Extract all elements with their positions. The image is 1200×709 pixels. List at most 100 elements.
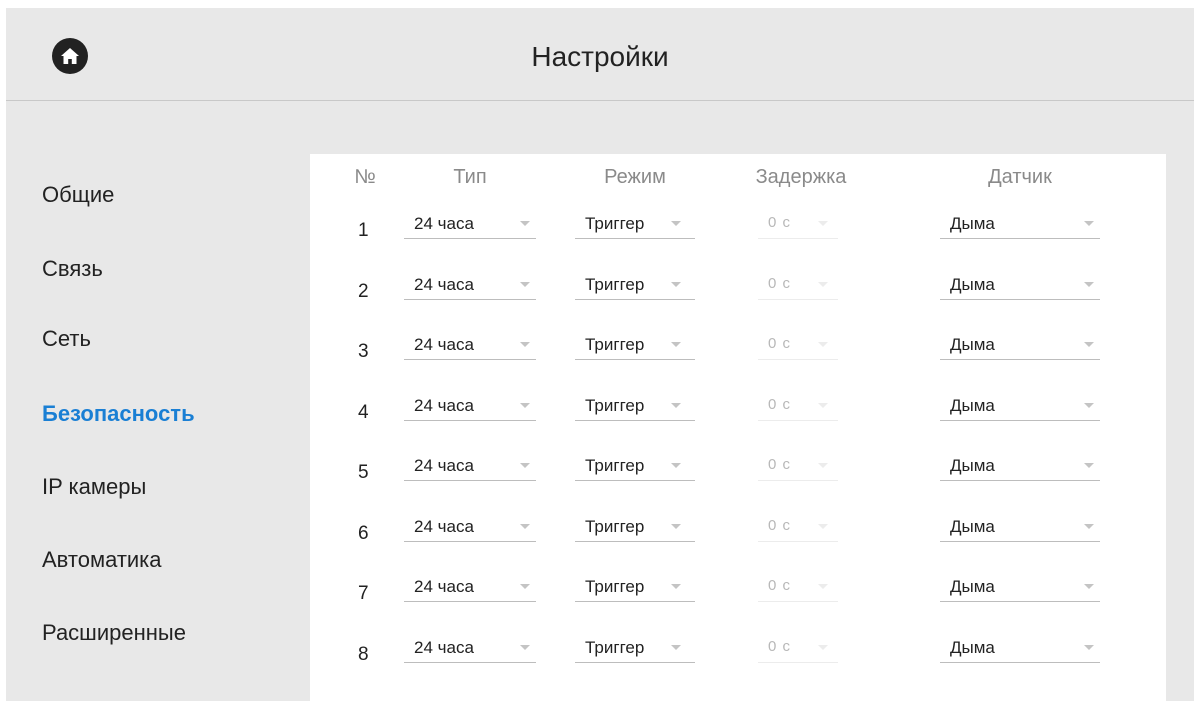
zone-number: 6 [358, 523, 369, 544]
header-type: Тип [453, 166, 487, 188]
dropdown-arrow-icon [1084, 282, 1094, 287]
mode-value: Триггер [585, 456, 645, 475]
dropdown-arrow-icon [671, 221, 681, 226]
table-row: 6 24 часа Триггер 0 с Дыма [310, 511, 1166, 551]
mode-dropdown[interactable]: Триггер [575, 571, 695, 602]
type-dropdown[interactable]: 24 часа [404, 450, 536, 481]
delay-dropdown: 0 с [758, 450, 838, 481]
zone-number: 3 [358, 341, 369, 362]
type-dropdown[interactable]: 24 часа [404, 329, 536, 360]
header-mode: Режим [604, 166, 666, 188]
dropdown-arrow-icon [671, 403, 681, 408]
mode-dropdown[interactable]: Триггер [575, 632, 695, 663]
dropdown-arrow-icon [1084, 463, 1094, 468]
zone-number: 7 [358, 583, 369, 604]
table-row: 4 24 часа Триггер 0 с Дыма [310, 390, 1166, 430]
table-row: 5 24 часа Триггер 0 с Дыма [310, 450, 1166, 490]
sidebar-item-ip-cameras[interactable]: IP камеры [42, 474, 146, 500]
sensor-value: Дыма [950, 275, 995, 294]
sensor-dropdown[interactable]: Дыма [940, 390, 1100, 421]
type-dropdown[interactable]: 24 часа [404, 390, 536, 421]
mode-dropdown[interactable]: Триггер [575, 450, 695, 481]
mode-dropdown[interactable]: Триггер [575, 511, 695, 542]
header-bar: Настройки [6, 8, 1194, 101]
dropdown-arrow-icon [818, 221, 828, 226]
sensor-value: Дыма [950, 638, 995, 657]
sensor-dropdown[interactable]: Дыма [940, 632, 1100, 663]
sensor-dropdown[interactable]: Дыма [940, 450, 1100, 481]
type-value: 24 часа [414, 577, 474, 596]
sensor-value: Дыма [950, 456, 995, 475]
delay-dropdown: 0 с [758, 390, 838, 421]
sidebar-item-advanced[interactable]: Расширенные [42, 620, 186, 646]
type-value: 24 часа [414, 396, 474, 415]
dropdown-arrow-icon [671, 524, 681, 529]
dropdown-arrow-icon [1084, 342, 1094, 347]
mode-value: Триггер [585, 335, 645, 354]
dropdown-arrow-icon [520, 645, 530, 650]
delay-value: 0 с [768, 577, 792, 594]
mode-dropdown[interactable]: Триггер [575, 208, 695, 239]
mode-value: Триггер [585, 275, 645, 294]
delay-value: 0 с [768, 638, 792, 655]
dropdown-arrow-icon [520, 282, 530, 287]
sidebar-item-communication[interactable]: Связь [42, 256, 103, 282]
zone-number: 4 [358, 402, 369, 423]
mode-value: Триггер [585, 214, 645, 233]
sensor-value: Дыма [950, 396, 995, 415]
dropdown-arrow-icon [520, 342, 530, 347]
type-dropdown[interactable]: 24 часа [404, 269, 536, 300]
dropdown-arrow-icon [520, 524, 530, 529]
settings-screen: Настройки Общие Связь Сеть Безопасность … [6, 8, 1194, 701]
type-dropdown[interactable]: 24 часа [404, 632, 536, 663]
sidebar-item-network[interactable]: Сеть [42, 326, 91, 352]
mode-value: Триггер [585, 517, 645, 536]
delay-dropdown: 0 с [758, 208, 838, 239]
sensor-dropdown[interactable]: Дыма [940, 269, 1100, 300]
delay-value: 0 с [768, 214, 792, 231]
sidebar-item-general[interactable]: Общие [42, 182, 114, 208]
header-sensor: Датчик [988, 166, 1052, 188]
type-dropdown[interactable]: 24 часа [404, 571, 536, 602]
sensor-dropdown[interactable]: Дыма [940, 571, 1100, 602]
dropdown-arrow-icon [1084, 584, 1094, 589]
delay-dropdown: 0 с [758, 329, 838, 360]
type-value: 24 часа [414, 456, 474, 475]
sensor-value: Дыма [950, 517, 995, 536]
dropdown-arrow-icon [818, 524, 828, 529]
delay-value: 0 с [768, 335, 792, 352]
dropdown-arrow-icon [671, 282, 681, 287]
mode-value: Триггер [585, 638, 645, 657]
delay-dropdown: 0 с [758, 269, 838, 300]
dropdown-arrow-icon [520, 221, 530, 226]
delay-dropdown: 0 с [758, 632, 838, 663]
sidebar-item-automation[interactable]: Автоматика [42, 547, 162, 573]
sidebar-item-security[interactable]: Безопасность [42, 401, 195, 427]
dropdown-arrow-icon [818, 403, 828, 408]
sensor-dropdown[interactable]: Дыма [940, 511, 1100, 542]
dropdown-arrow-icon [818, 645, 828, 650]
dropdown-arrow-icon [818, 463, 828, 468]
mode-dropdown[interactable]: Триггер [575, 390, 695, 421]
type-value: 24 часа [414, 335, 474, 354]
type-dropdown[interactable]: 24 часа [404, 511, 536, 542]
header-num: № [354, 166, 376, 188]
dropdown-arrow-icon [818, 342, 828, 347]
mode-dropdown[interactable]: Триггер [575, 329, 695, 360]
type-dropdown[interactable]: 24 часа [404, 208, 536, 239]
zone-number: 5 [358, 462, 369, 483]
sensor-value: Дыма [950, 214, 995, 233]
sensor-dropdown[interactable]: Дыма [940, 329, 1100, 360]
dropdown-arrow-icon [671, 463, 681, 468]
sensor-value: Дыма [950, 335, 995, 354]
mode-dropdown[interactable]: Триггер [575, 269, 695, 300]
dropdown-arrow-icon [1084, 403, 1094, 408]
table-row: 1 24 часа Триггер 0 с Дыма [310, 208, 1166, 248]
table-row: 2 24 часа Триггер 0 с Дыма [310, 269, 1166, 309]
type-value: 24 часа [414, 275, 474, 294]
mode-value: Триггер [585, 396, 645, 415]
zone-number: 1 [358, 220, 369, 241]
delay-value: 0 с [768, 517, 792, 534]
sensor-dropdown[interactable]: Дыма [940, 208, 1100, 239]
zone-number: 8 [358, 644, 369, 665]
